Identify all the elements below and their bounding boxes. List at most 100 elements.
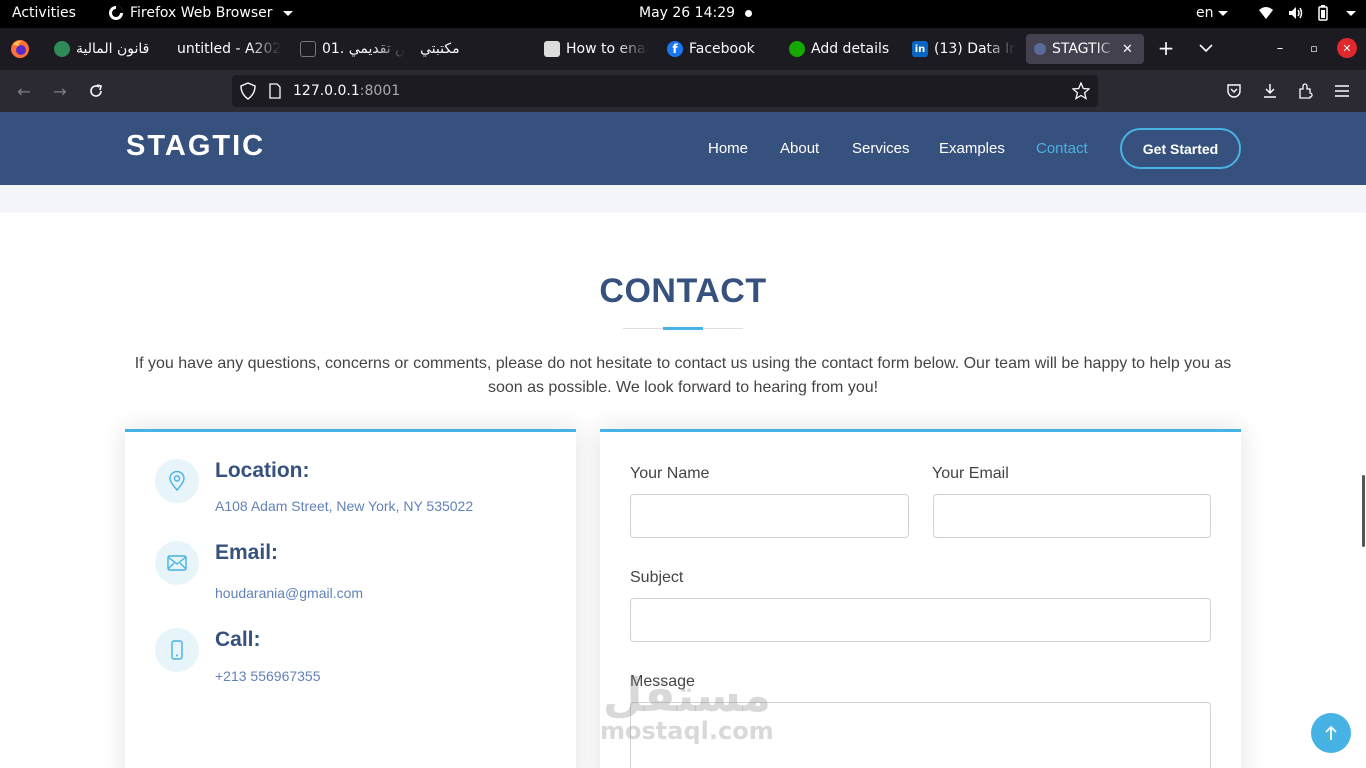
call-title: Call:	[215, 628, 261, 651]
tab-4[interactable]: How to enable	[544, 34, 648, 64]
site-header: STAGTIC Home About Services Examples Con…	[0, 112, 1366, 185]
firefox-app-icon	[109, 6, 123, 20]
contact-info-card: Location: A108 Adam Street, New York, NY…	[125, 429, 576, 768]
new-tab-icon[interactable]: +	[1154, 36, 1178, 60]
email-value[interactable]: houdarania@gmail.com	[215, 585, 363, 601]
browser-nav-bar: ← → 127.0.0.1:8001	[0, 70, 1366, 112]
tab-2-favicon-icon	[300, 41, 316, 57]
app-menu-label: Firefox Web Browser	[130, 5, 273, 21]
tab-8-label: STAGTIC - Index	[1052, 41, 1116, 57]
tab-0-label: قانون المالية	[76, 41, 150, 57]
your-email-label: Your Email	[932, 465, 1009, 482]
tab-1[interactable]: untitled - A2022	[177, 34, 281, 64]
get-started-button[interactable]: Get Started	[1120, 128, 1241, 169]
facebook-icon: f	[667, 41, 683, 57]
nav-examples-link[interactable]: Examples	[939, 140, 1005, 157]
close-window-icon[interactable]: ✕	[1337, 38, 1357, 58]
tab-1-label: untitled - A2022	[177, 41, 281, 57]
activities-button[interactable]: Activities	[12, 5, 76, 21]
watermark: مستقل mostaql.com	[600, 672, 774, 744]
tab-8-favicon-icon	[1034, 43, 1046, 55]
close-tab-icon[interactable]: ✕	[1122, 42, 1133, 57]
linkedin-icon: in	[912, 41, 928, 57]
upwork-icon	[789, 41, 805, 57]
tab-2[interactable]: 01. عرض تقديمي	[300, 34, 405, 64]
shield-icon[interactable]	[240, 82, 256, 100]
nav-about-link[interactable]: About	[780, 140, 819, 157]
chevron-down-icon	[1217, 10, 1228, 16]
contact-section-title: CONTACT	[599, 272, 767, 310]
tab-2-label: 01. عرض تقديمي	[322, 41, 405, 57]
hamburger-menu-icon[interactable]	[1331, 80, 1353, 102]
tab-7-label: (13) Data Import	[934, 41, 1016, 57]
page-icon	[269, 83, 281, 99]
minimize-icon[interactable]: –	[1268, 36, 1292, 60]
your-name-input[interactable]	[630, 494, 909, 538]
system-tray[interactable]	[1258, 5, 1356, 21]
tab-3-label: مكتبتي	[420, 41, 460, 57]
url-host: 127.0.0.1	[293, 83, 360, 99]
firefox-view-button[interactable]	[10, 34, 30, 64]
nav-home-link[interactable]: Home	[708, 140, 748, 157]
url-text: 127.0.0.1:8001	[293, 83, 400, 99]
site-logo[interactable]: STAGTIC	[126, 130, 265, 163]
volume-icon	[1289, 7, 1303, 19]
contact-intro-text: If you have any questions, concerns or c…	[134, 355, 1232, 396]
notification-dot-icon	[745, 9, 753, 17]
location-title: Location:	[215, 459, 310, 482]
back-to-top-button[interactable]	[1311, 713, 1351, 753]
url-port: :8001	[359, 83, 401, 99]
pocket-icon[interactable]	[1223, 80, 1245, 102]
reload-icon[interactable]	[85, 80, 107, 102]
call-value[interactable]: +213 556967355	[215, 668, 321, 684]
back-arrow-icon[interactable]: ←	[13, 80, 35, 102]
battery-icon	[1318, 5, 1328, 21]
tab-6[interactable]: Add details	[789, 34, 899, 64]
your-email-input[interactable]	[933, 494, 1211, 538]
clock-text: May 26 14:29	[639, 5, 736, 21]
nav-services-link[interactable]: Services	[852, 140, 910, 157]
title-accent-bar	[663, 327, 703, 330]
nav-contact-link[interactable]: Contact	[1036, 140, 1088, 157]
tab-8-active[interactable]: STAGTIC - Index ✕	[1026, 34, 1144, 64]
list-tabs-chevron-icon[interactable]	[1194, 36, 1218, 60]
tab-0[interactable]: قانون المالية	[54, 34, 164, 64]
tab-5[interactable]: f Facebook	[667, 34, 777, 64]
tab-4-label: How to enable	[566, 41, 648, 57]
watermark-latin: mostaql.com	[600, 717, 774, 745]
section-divider	[0, 185, 1366, 213]
address-bar[interactable]: 127.0.0.1:8001	[232, 75, 1098, 107]
location-value: A108 Adam Street, New York, NY 535022	[215, 498, 474, 514]
firefox-icon	[11, 40, 29, 58]
tab-6-label: Add details	[811, 41, 890, 57]
chevron-down-icon	[1346, 10, 1356, 16]
tab-3[interactable]: مكتبتي	[420, 34, 530, 64]
browser-tab-strip: قانون المالية untitled - A2022 01. عرض ت…	[0, 28, 1366, 70]
forward-arrow-icon[interactable]: →	[49, 80, 71, 102]
page-scrollbar[interactable]	[1362, 475, 1365, 547]
email-title: Email:	[215, 541, 279, 564]
bookmark-star-icon[interactable]	[1072, 82, 1090, 100]
app-menu[interactable]: Firefox Web Browser	[108, 5, 293, 21]
tab-4-favicon-icon	[544, 41, 560, 57]
tab-5-label: Facebook	[689, 41, 755, 57]
envelope-icon	[155, 541, 199, 585]
language-label: en	[1196, 5, 1214, 21]
tab-0-favicon-icon	[54, 41, 70, 57]
extensions-icon[interactable]	[1295, 80, 1317, 102]
phone-icon	[155, 628, 199, 672]
arrow-up-icon	[1325, 725, 1337, 740]
tab-7[interactable]: in (13) Data Import	[912, 34, 1016, 64]
map-pin-icon	[155, 459, 199, 503]
watermark-arabic: مستقل	[602, 668, 771, 722]
subject-label: Subject	[630, 569, 684, 586]
maximize-icon[interactable]: ▫	[1302, 36, 1326, 60]
language-indicator[interactable]: en	[1196, 5, 1228, 21]
clock[interactable]: May 26 14:29	[639, 5, 753, 21]
chevron-down-icon	[282, 10, 293, 16]
subject-input[interactable]	[630, 598, 1211, 642]
your-name-label: Your Name	[630, 465, 710, 482]
downloads-icon[interactable]	[1259, 80, 1281, 102]
web-page: STAGTIC Home About Services Examples Con…	[0, 112, 1366, 768]
system-top-bar: Activities Firefox Web Browser May 26 14…	[0, 0, 1366, 28]
